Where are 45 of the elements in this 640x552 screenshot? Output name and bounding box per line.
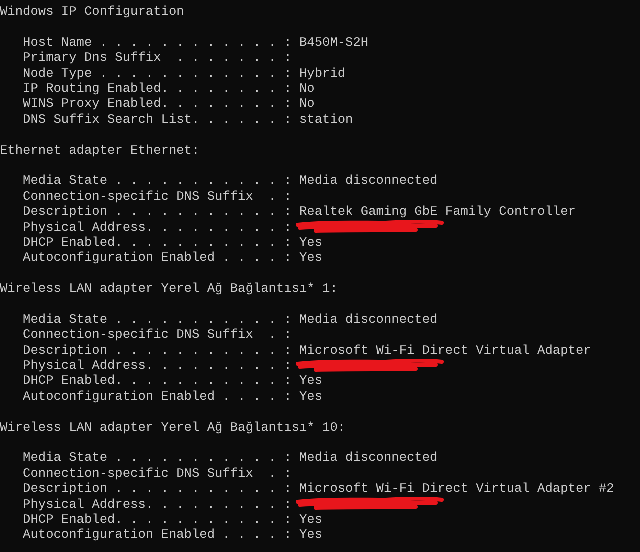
entry-value: B450M-S2H (299, 34, 369, 50)
entry-label: Primary Dns Suffix . . . . . . . : (23, 50, 292, 66)
entry-label: Autoconfiguration Enabled . . . . : (23, 527, 292, 543)
entry-value: Microsoft Wi-Fi Direct Virtual Adapter (299, 342, 592, 358)
entry-label: DHCP Enabled. . . . . . . . . . . : (23, 373, 292, 389)
entry-value: Yes (299, 234, 323, 250)
section-heading: Wireless LAN adapter Yerel Ağ Bağlantısı* 10: (0, 420, 346, 435)
entry-value: Realtek Gaming GbE Family Controller (299, 204, 576, 220)
entry-label: WINS Proxy Enabled. . . . . . . . : (23, 96, 292, 112)
entry-value: No (299, 96, 315, 112)
entry-value: Microsoft Wi-Fi Direct Virtual Adapter #2 (299, 481, 614, 497)
entry-label: Connection-specific DNS Suffix . : (23, 188, 292, 204)
entry-value: Media disconnected (299, 450, 438, 466)
entry-value: Media disconnected (299, 173, 438, 189)
entry-value: Yes (299, 527, 323, 543)
entry-value: Yes (299, 373, 323, 389)
entry-label: Node Type . . . . . . . . . . . . : (23, 66, 292, 81)
entry-label: Description . . . . . . . . . . . : (23, 204, 292, 220)
entry-label: Host Name . . . . . . . . . . . . : (23, 34, 292, 50)
entry-value: Hybrid (299, 66, 346, 81)
entry-label: Connection-specific DNS Suffix . : (23, 327, 292, 343)
entry-label: Description . . . . . . . . . . . : (23, 481, 292, 497)
section-heading: Wireless LAN adapter Yerel Ağ Bağlantısı* 1: (0, 281, 338, 296)
entry-value: No (299, 80, 315, 96)
entry-label: Media State . . . . . . . . . . . : (23, 312, 292, 328)
entry-label: DHCP Enabled. . . . . . . . . . . : (23, 234, 292, 250)
entry-label: Media State . . . . . . . . . . . : (23, 173, 292, 189)
entry-value: Yes (299, 388, 323, 404)
entry-value: Yes (299, 250, 323, 266)
entry-label: Physical Address. . . . . . . . . : (23, 358, 292, 374)
entry-label: Physical Address. . . . . . . . . : (23, 220, 292, 235)
section-heading: Ethernet adapter Ethernet: (0, 142, 200, 158)
entry-label: DNS Suffix Search List. . . . . . : (23, 112, 292, 128)
entry-label: Autoconfiguration Enabled . . . . : (23, 250, 292, 266)
entry-label: DHCP Enabled. . . . . . . . . . . : (23, 512, 292, 528)
entry-value: Yes (299, 512, 323, 528)
entry-value: station (299, 112, 354, 128)
entry-label: IP Routing Enabled. . . . . . . . : (23, 80, 292, 96)
entry-label: Media State . . . . . . . . . . . : (23, 450, 292, 466)
entry-label: Connection-specific DNS Suffix . : (23, 466, 292, 482)
entry-label: Autoconfiguration Enabled . . . . : (23, 388, 292, 404)
entry-label: Description . . . . . . . . . . . : (23, 342, 292, 358)
entry-value: Media disconnected (299, 312, 438, 328)
entry-label: Physical Address. . . . . . . . . : (23, 496, 292, 512)
section-heading: Windows IP Configuration (0, 4, 184, 20)
